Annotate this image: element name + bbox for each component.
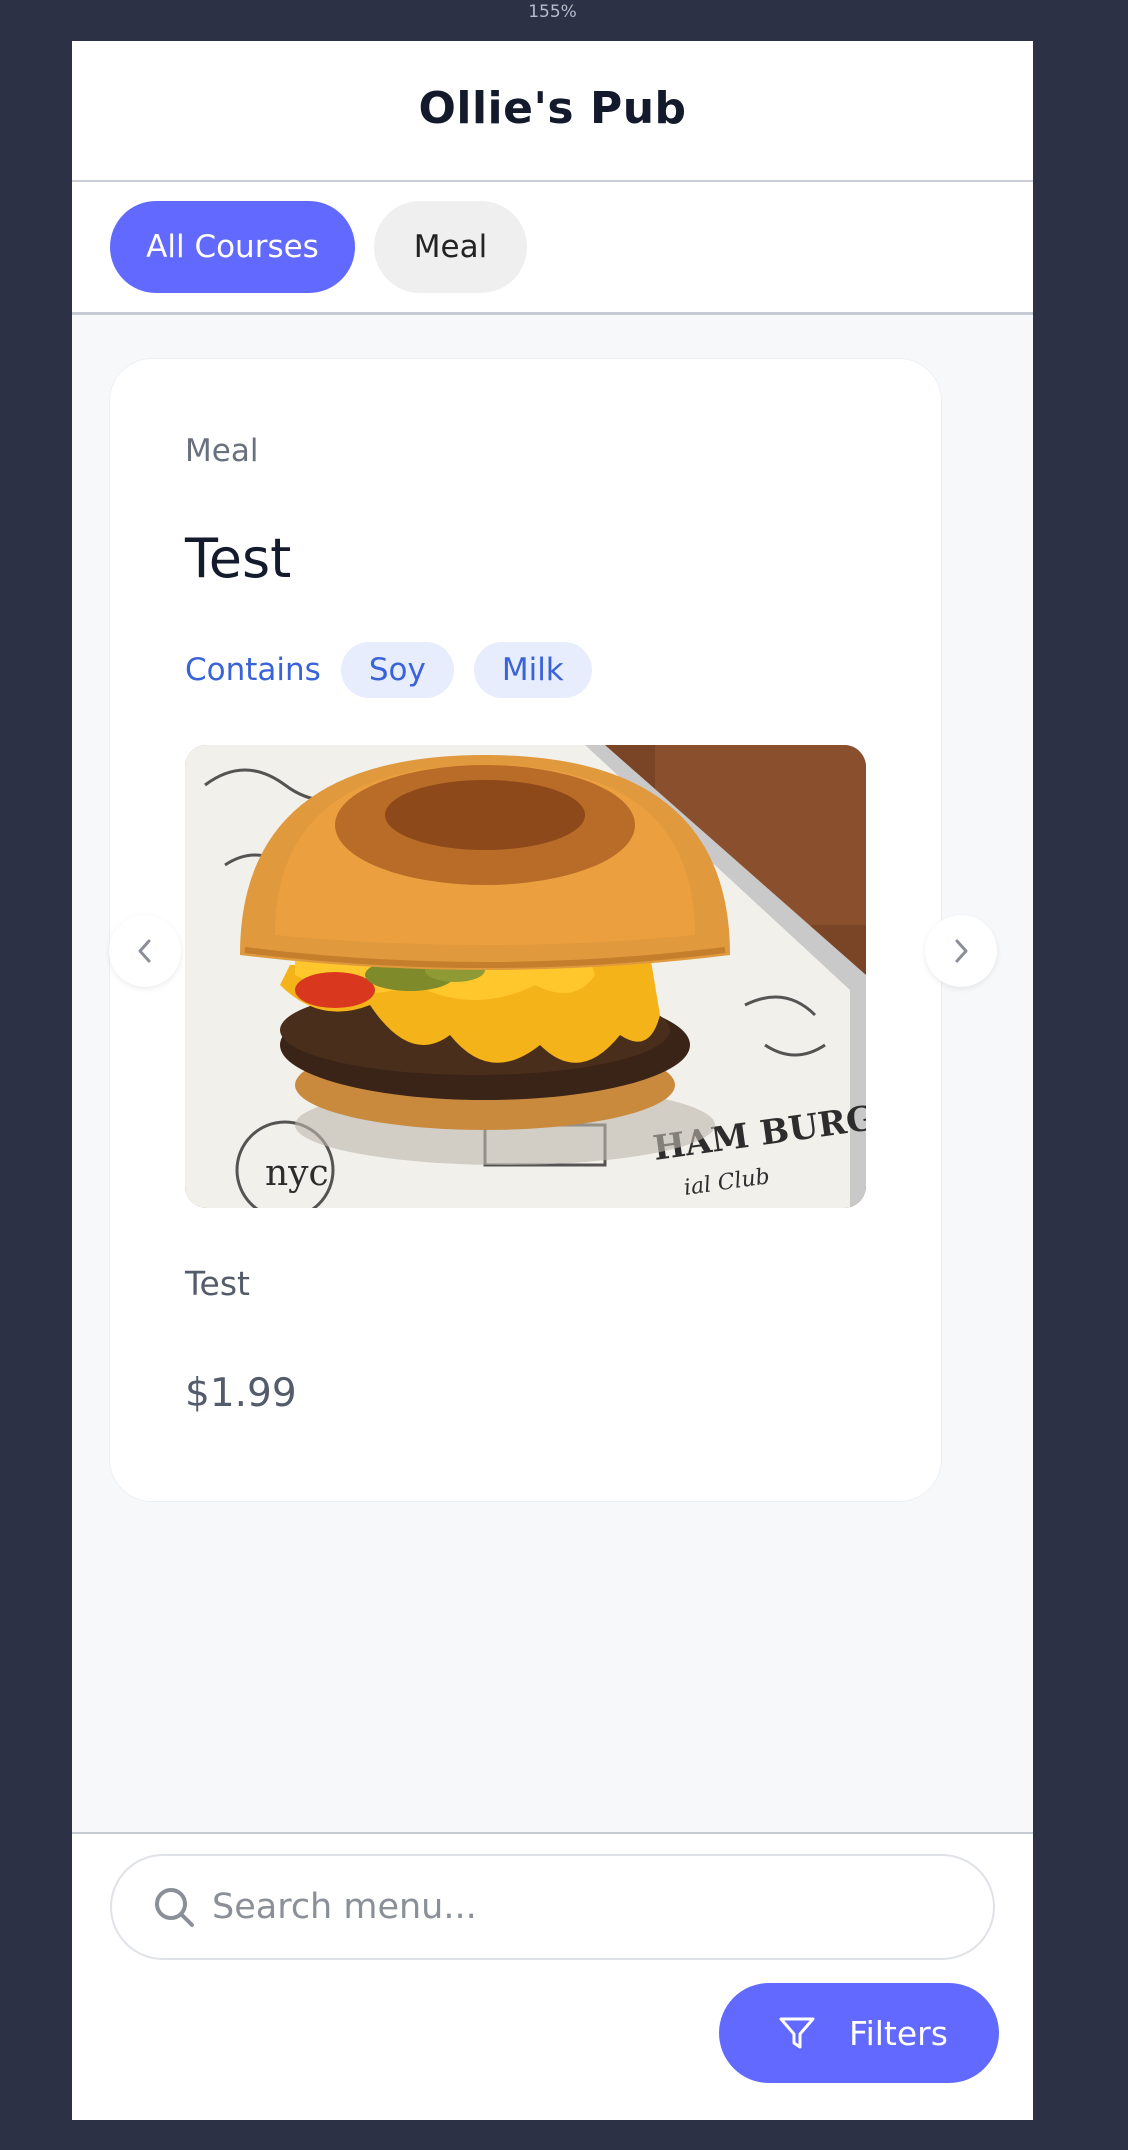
item-photo: HAM BURGER ial Club nyc <box>185 745 866 1208</box>
allergen-chip-soy: Soy <box>340 642 454 698</box>
allergen-list: Contains Soy Milk <box>185 642 612 698</box>
item-description: Test <box>185 1264 250 1303</box>
allergen-chip-milk: Milk <box>473 642 592 698</box>
item-name: Test <box>185 527 292 590</box>
previous-item-button[interactable] <box>109 915 181 987</box>
next-item-button[interactable] <box>925 915 997 987</box>
zoom-level: 155% <box>528 2 577 22</box>
chevron-right-icon <box>955 939 968 963</box>
restaurant-title: Ollie's Pub <box>418 83 687 134</box>
tab-meal[interactable]: Meal <box>374 201 527 293</box>
filters-button[interactable]: Filters <box>719 1983 999 2083</box>
tab-all-courses[interactable]: All Courses <box>110 201 355 293</box>
item-price: $1.99 <box>185 1371 297 1416</box>
svg-text:nyc: nyc <box>265 1153 329 1194</box>
search-icon <box>155 1888 194 1927</box>
item-category: Meal <box>185 433 259 469</box>
menu-content-area: Meal Test Contains Soy Milk HAM BURGER i… <box>72 315 1033 1834</box>
course-tabs: All Courses Meal <box>72 182 1033 315</box>
chevron-left-icon <box>138 939 151 963</box>
app-header: Ollie's Pub <box>72 41 1033 182</box>
menu-item-card[interactable]: Meal Test Contains Soy Milk HAM BURGER i… <box>110 359 941 1501</box>
filter-funnel-icon <box>779 2017 815 2049</box>
search-bar[interactable] <box>110 1854 995 1960</box>
menu-app-window: Ollie's Pub All Courses Meal Meal Test C… <box>72 41 1033 2120</box>
contains-label: Contains <box>185 652 321 688</box>
filters-label: Filters <box>849 2013 948 2053</box>
search-input[interactable] <box>210 1886 974 1928</box>
